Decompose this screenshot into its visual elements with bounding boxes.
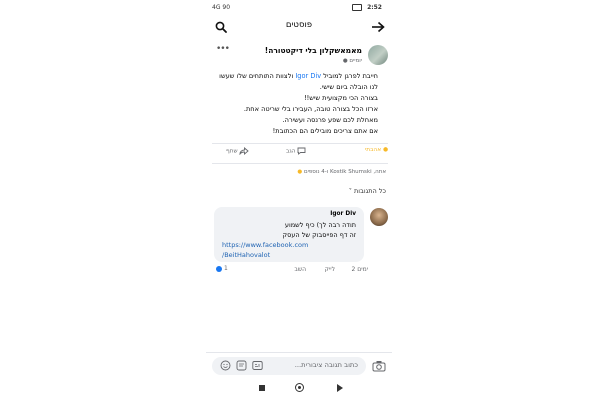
mention-link[interactable]: Igor Div (295, 72, 321, 80)
system-nav-bar (206, 378, 392, 400)
post-line: ארזו הכל בצורה טובה, העבירו בלי שריטה אח… (243, 105, 378, 114)
comment-input[interactable]: כתוב תגובה ציבורית... (212, 357, 366, 375)
post-line: מאחלת לכם שפע פרנסה ועשירה. (282, 116, 378, 125)
comment-icon (297, 147, 306, 155)
post-line: לנו הובלה ביום שישי. (319, 83, 378, 92)
share-button[interactable]: שתף (226, 147, 250, 156)
divider (212, 143, 388, 144)
comment-like-button[interactable]: לייק (325, 266, 335, 273)
comment-author[interactable]: Igor Div (330, 211, 356, 217)
post-time: יומיים (349, 58, 362, 64)
post-header: ••• מאמאשקלון בלי דיקטטורה! יומיים ● (212, 44, 388, 70)
divider (206, 352, 392, 353)
back-arrow-icon[interactable] (371, 21, 385, 33)
comment-link[interactable]: https://www.facebook.com (222, 241, 308, 249)
gif-icon[interactable] (252, 360, 263, 371)
post-line: בצורה הכי מקצועית שיש!! (303, 94, 378, 103)
chevron-down-icon: ˅ (348, 187, 352, 195)
comment-button[interactable]: הגב (286, 147, 306, 155)
more-options-icon[interactable]: ••• (216, 44, 230, 54)
comments-filter[interactable]: כל התגובות ˅ (349, 187, 386, 195)
page-title: פוסטים (285, 20, 313, 30)
post-line: אם אתם צריכים מובילים הם הכתובת! (272, 127, 378, 136)
reaction-icon: ● (297, 169, 303, 175)
author-avatar[interactable] (368, 45, 388, 65)
recents-icon[interactable] (259, 385, 265, 391)
signal-info: 4G 90 (212, 4, 231, 11)
back-icon[interactable] (337, 384, 343, 392)
comment-likes[interactable]: 1 (216, 265, 228, 272)
status-bar: 4G 90 2:52 (206, 0, 392, 16)
comment-bubble: Igor Div תודה רבה לך) כיף לשמוע זה דף הפ… (214, 207, 364, 262)
camera-icon[interactable] (372, 360, 386, 372)
like-icon (216, 265, 222, 272)
post-body: חייבת לפרגן למוביל Igor Div ולצוות התותח… (208, 71, 378, 138)
comment-link[interactable]: /BeitHahovalot (222, 251, 270, 259)
status-time: 2:52 (367, 4, 382, 11)
reaction-button[interactable]: אהבתי ● (365, 147, 388, 153)
divider (212, 163, 388, 164)
phone-screen: 4G 90 2:52 פוסטים ••• מאמאשקלון בלי דיקט… (206, 0, 392, 400)
sticker-icon[interactable] (236, 360, 247, 371)
post-meta: יומיים ● (343, 58, 362, 64)
comment-reply-button[interactable]: השב (294, 266, 306, 273)
globe-icon: ● (342, 58, 348, 64)
post-author[interactable]: מאמאשקלון בלי דיקטטורה! (265, 46, 362, 55)
reactors-summary[interactable]: אתה, Kostik Shumski ו-4 נוספים ● (297, 169, 386, 175)
share-icon (240, 147, 250, 156)
commenter-avatar[interactable] (370, 208, 388, 226)
comment-time: 2 ימים (351, 266, 368, 273)
home-icon[interactable] (295, 383, 304, 392)
comment-text: זה דף הפייסבוק של העסק (282, 231, 356, 239)
post-actions: אהבתי ● הגב שתף (212, 145, 388, 161)
post-line: חייבת לפרגן למוביל Igor Div ולצוות התותח… (219, 72, 378, 80)
comment-placeholder: כתוב תגובה ציבורית... (294, 361, 358, 369)
comment-text: תודה רבה לך) כיף לשמוע (284, 221, 356, 229)
top-bar: פוסטים (206, 16, 392, 38)
battery-icon (352, 4, 362, 11)
love-reaction-icon: ● (382, 147, 388, 153)
emoji-icon[interactable] (220, 360, 231, 371)
